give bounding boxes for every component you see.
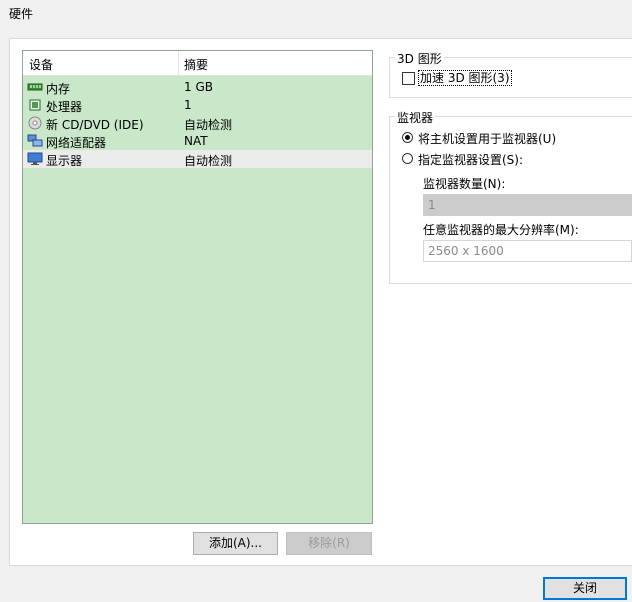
processor-icon bbox=[27, 98, 43, 112]
device-name: 显示器 bbox=[46, 154, 83, 168]
use-host-settings-label[interactable]: 将主机设置用于监视器(U) bbox=[418, 130, 556, 147]
specify-settings-label[interactable]: 指定监视器设置(S): bbox=[418, 151, 523, 168]
column-header-summary[interactable]: 摘要 bbox=[184, 56, 208, 73]
remove-button[interactable]: 移除(R) bbox=[286, 532, 372, 555]
monitor-count-label: 监视器数量(N): bbox=[423, 177, 506, 191]
3d-graphics-title: 3D 图形 bbox=[395, 50, 444, 67]
device-row-display[interactable]: 显示器 自动检测 bbox=[23, 150, 372, 168]
device-row-processor[interactable]: 处理器 1 bbox=[23, 96, 372, 114]
device-list-header: 设备 摘要 bbox=[23, 51, 372, 76]
device-list[interactable]: 设备 摘要 内存 1 GB 处理器 1 新 CD/DVD (IDE) 自动检测 … bbox=[22, 50, 373, 524]
device-summary: 1 bbox=[184, 98, 192, 112]
memory-icon bbox=[27, 80, 43, 94]
cd-dvd-icon bbox=[27, 116, 43, 130]
device-name: 新 CD/DVD (IDE) bbox=[46, 118, 144, 132]
display-icon bbox=[27, 152, 43, 166]
use-host-settings-radio[interactable] bbox=[402, 132, 413, 143]
max-resolution-label: 任意监视器的最大分辨率(M): bbox=[423, 223, 579, 237]
network-adapter-icon bbox=[27, 134, 43, 148]
device-summary: NAT bbox=[184, 134, 208, 148]
device-summary: 1 GB bbox=[184, 80, 213, 94]
accelerate-3d-label[interactable]: 加速 3D 图形(3) bbox=[418, 70, 512, 86]
max-resolution-field[interactable]: 2560 x 1600 bbox=[423, 240, 632, 262]
device-summary: 自动检测 bbox=[184, 154, 233, 168]
monitors-title: 监视器 bbox=[395, 109, 436, 126]
close-button[interactable]: 关闭 bbox=[543, 577, 627, 600]
device-row-network-adapter[interactable]: 网络适配器 NAT bbox=[23, 132, 372, 150]
device-row-cd-dvd[interactable]: 新 CD/DVD (IDE) 自动检测 bbox=[23, 114, 372, 132]
device-summary: 自动检测 bbox=[184, 118, 233, 132]
device-row-memory[interactable]: 内存 1 GB bbox=[23, 78, 372, 96]
specify-settings-radio[interactable] bbox=[402, 153, 413, 164]
monitor-count-field[interactable]: 1 bbox=[423, 194, 632, 216]
accelerate-3d-checkbox[interactable] bbox=[402, 72, 415, 85]
window-title: 硬件 bbox=[9, 7, 34, 21]
column-header-device[interactable]: 设备 bbox=[29, 56, 53, 73]
device-name: 处理器 bbox=[46, 100, 83, 114]
device-name: 内存 bbox=[46, 82, 71, 96]
column-divider[interactable] bbox=[178, 51, 179, 75]
add-button[interactable]: 添加(A)... bbox=[193, 532, 278, 555]
device-name: 网络适配器 bbox=[46, 136, 107, 150]
